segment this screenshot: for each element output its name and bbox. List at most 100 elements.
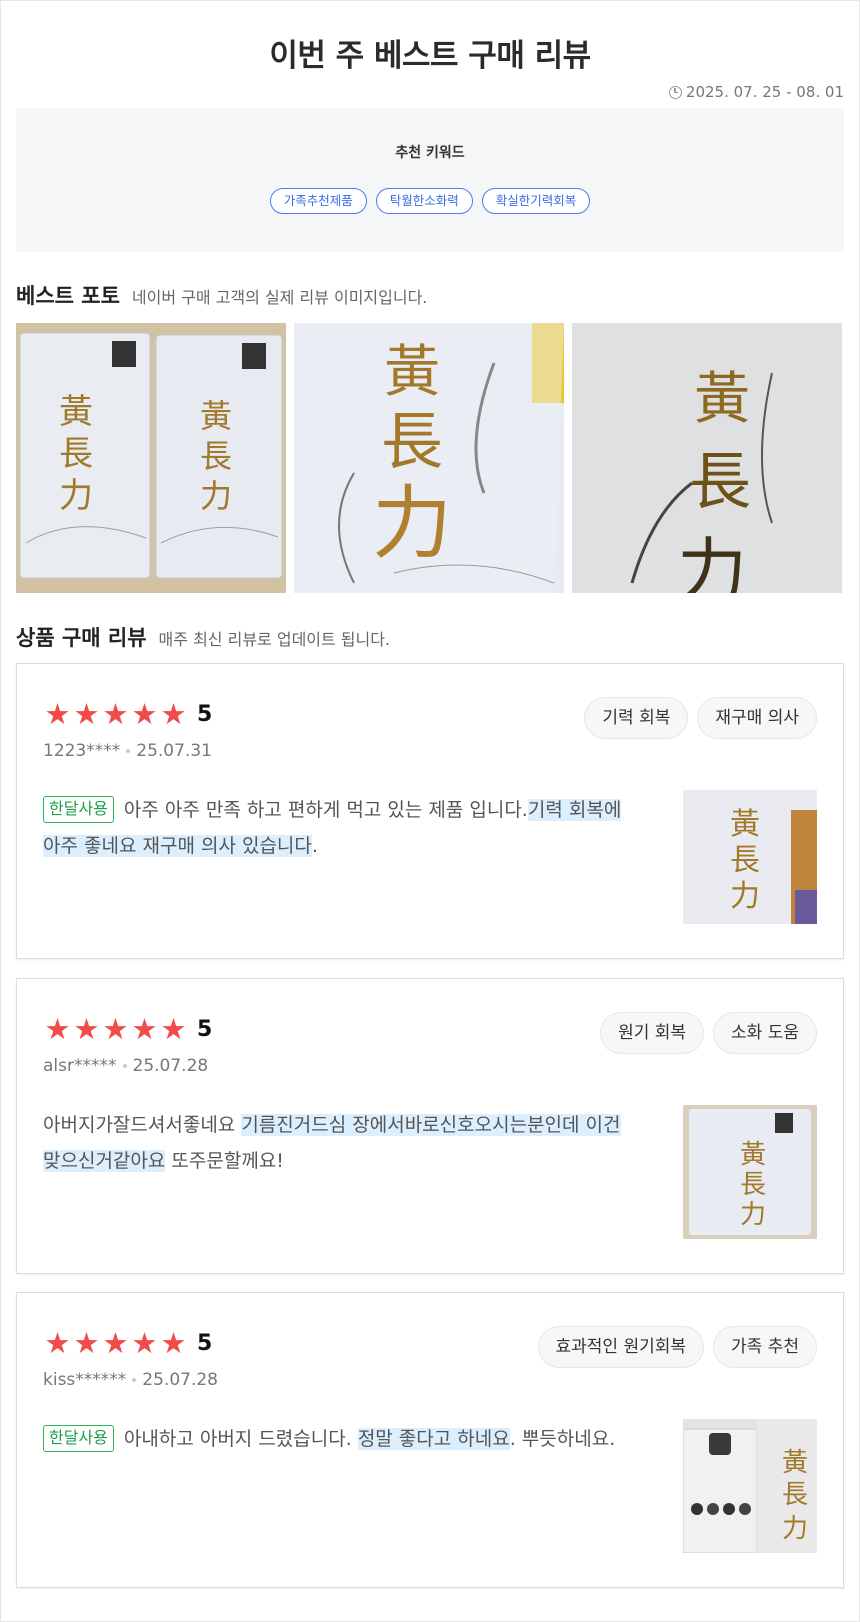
sachet-hanja: 長 — [59, 434, 93, 474]
usage-badge: 한달사용 — [43, 1425, 114, 1452]
thumb-hanja: 黃 — [730, 807, 760, 842]
photo-product-box: 黃 長 力 — [572, 323, 842, 593]
star-icon: ★ — [102, 1326, 129, 1360]
star-icon: ★ — [73, 1326, 100, 1360]
sachet-hanja: 力 — [59, 476, 93, 516]
review-text: 아버지가잘드셔서좋네요 기름진거드심 장에서바로신호오시는분인데 이건맞으신거같… — [43, 1107, 633, 1179]
review-text-plain: 아내하고 아버지 드렸습니다. — [123, 1428, 358, 1450]
date-range-text: 2025. 07. 25 - 08. 01 — [685, 83, 844, 101]
star-icon: ★ — [102, 1012, 129, 1046]
reviewer-id: alsr***** — [43, 1056, 117, 1076]
thumb-hanja: 力 — [740, 1200, 766, 1230]
review-photo[interactable]: 黃 長 力 — [683, 1419, 817, 1553]
review-text-plain: 아버지가잘드셔서좋네요 — [43, 1114, 242, 1136]
review-photo[interactable]: 黃 長 力 — [683, 790, 817, 924]
review-meta: kiss****** 25.07.28 — [43, 1370, 218, 1390]
reviews-subtitle: 매주 최신 리뷰로 업데이트 됩니다. — [158, 630, 391, 649]
review-text-highlight: 정말 좋다고 하네요 — [357, 1428, 510, 1450]
thumb-hanja: 力 — [730, 879, 760, 914]
reviewer-id: 1223**** — [43, 741, 121, 761]
keyword-tag[interactable]: 가족추천제품 — [269, 188, 367, 214]
keyword-tag[interactable]: 확실한기력회복 — [481, 188, 591, 214]
review-date: 25.07.28 — [142, 1370, 218, 1390]
review-card: ★ ★ ★ ★ ★ 5 1223**** 25.07.31 기력 회복 재구매 … — [16, 663, 844, 959]
box-hanja: 力 — [677, 530, 747, 593]
best-photo-1[interactable]: 黃 長 力 黃 長 力 — [16, 323, 286, 593]
review-text-plain: 아주 아주 만족 하고 편하게 먹고 있는 제품 입니다. — [123, 799, 528, 821]
review-text: 한달사용 아주 아주 만족 하고 편하게 먹고 있는 제품 입니다.기력 회복에 … — [43, 792, 633, 864]
review-meta: alsr***** 25.07.28 — [43, 1056, 208, 1076]
review-text-plain: . 뿌듯하네요. — [509, 1428, 616, 1450]
keyword-panel: 추천 키워드 가족추천제품 탁월한소화력 확실한기력회복 — [16, 108, 844, 252]
rating-score: 5 — [197, 1330, 213, 1356]
best-photo-3[interactable]: 黃 長 力 — [572, 323, 842, 593]
star-icon: ★ — [131, 1012, 158, 1046]
star-icon: ★ — [160, 1012, 187, 1046]
review-photo-sachet: 黃 長 力 — [683, 1105, 817, 1239]
usage-badge: 한달사용 — [43, 796, 114, 823]
rating-score: 5 — [197, 701, 213, 727]
star-rating: ★ ★ ★ ★ ★ 5 — [43, 1326, 213, 1360]
star-icon: ★ — [102, 697, 129, 731]
review-photo-box: 黃 長 力 — [683, 1419, 817, 1553]
thumb-hanja: 長 — [730, 843, 760, 878]
review-tags: 원기 회복 소화 도움 — [600, 1012, 817, 1054]
star-rating: ★ ★ ★ ★ ★ 5 — [43, 697, 213, 731]
review-text-plain: 또주문할께요! — [165, 1150, 284, 1172]
photo-hanja: 黃 — [384, 340, 440, 405]
review-tag: 재구매 의사 — [697, 697, 817, 739]
reviews-title: 상품 구매 리뷰 — [16, 626, 147, 650]
best-photo-title: 베스트 포토 — [16, 284, 120, 308]
review-tags: 효과적인 원기회복 가족 추천 — [537, 1326, 817, 1368]
best-photo-header: 베스트 포토 네이버 구매 고객의 실제 리뷰 이미지입니다. — [16, 280, 427, 310]
date-range: 2025. 07. 25 - 08. 01 — [668, 83, 844, 101]
thumb-hanja: 長 — [740, 1170, 766, 1200]
review-tag: 효과적인 원기회복 — [537, 1326, 705, 1368]
star-icon: ★ — [160, 697, 187, 731]
thumb-hanja: 黃 — [782, 1448, 808, 1478]
review-date: 25.07.28 — [132, 1056, 209, 1076]
review-tag: 가족 추천 — [713, 1326, 817, 1368]
thumb-hanja: 力 — [782, 1514, 808, 1544]
photo-hanja: 力 — [372, 477, 452, 570]
review-tags: 기력 회복 재구매 의사 — [584, 697, 817, 739]
star-icon: ★ — [73, 1012, 100, 1046]
box-hanja: 黃 — [694, 367, 750, 432]
review-card: ★ ★ ★ ★ ★ 5 kiss****** 25.07.28 효과적인 원기회… — [16, 1292, 844, 1588]
clock-icon — [668, 85, 682, 99]
page-title: 이번 주 베스트 구매 리뷰 — [269, 38, 591, 74]
review-card: ★ ★ ★ ★ ★ 5 alsr***** 25.07.28 원기 회복 소화 … — [16, 978, 844, 1274]
star-rating: ★ ★ ★ ★ ★ 5 — [43, 1012, 213, 1046]
photo-sachet-closeup: 黃 長 力 — [294, 323, 564, 593]
reviewer-id: kiss****** — [43, 1370, 127, 1390]
sachet-hanja: 黃 — [59, 392, 93, 432]
review-tag: 소화 도움 — [713, 1012, 817, 1054]
review-meta: 1223**** 25.07.31 — [43, 741, 212, 761]
star-icon: ★ — [73, 697, 100, 731]
review-text-plain: . — [311, 835, 318, 857]
review-photo[interactable]: 黃 長 力 — [683, 1105, 817, 1239]
best-photo-2[interactable]: 黃 長 力 — [294, 323, 564, 593]
box-hanja: 長 — [689, 445, 751, 518]
separator-dot — [132, 1378, 137, 1382]
thumb-hanja: 黃 — [740, 1140, 766, 1170]
sachet-hanja: 長 — [200, 437, 232, 475]
star-icon: ★ — [44, 1012, 71, 1046]
keyword-tags: 가족추천제품 탁월한소화력 확실한기력회복 — [16, 188, 844, 214]
separator-dot — [122, 1064, 127, 1068]
review-date: 25.07.31 — [136, 741, 212, 761]
star-icon: ★ — [44, 1326, 71, 1360]
sachet-hanja: 力 — [200, 477, 232, 515]
review-tag: 원기 회복 — [600, 1012, 705, 1054]
review-photo-sachet: 黃 長 力 — [683, 790, 817, 924]
reviews-header: 상품 구매 리뷰 매주 최신 리뷰로 업데이트 됩니다. — [16, 622, 390, 652]
star-icon: ★ — [44, 697, 71, 731]
keyword-tag[interactable]: 탁월한소화력 — [375, 188, 473, 214]
sachet-hanja: 黃 — [200, 397, 232, 435]
photo-hanja: 長 — [381, 405, 443, 478]
review-text: 한달사용 아내하고 아버지 드렸습니다. 정말 좋다고 하네요. 뿌듯하네요. — [43, 1421, 633, 1457]
rating-score: 5 — [197, 1016, 213, 1042]
keyword-title: 추천 키워드 — [395, 145, 465, 161]
star-icon: ★ — [131, 1326, 158, 1360]
best-photo-subtitle: 네이버 구매 고객의 실제 리뷰 이미지입니다. — [131, 288, 428, 307]
